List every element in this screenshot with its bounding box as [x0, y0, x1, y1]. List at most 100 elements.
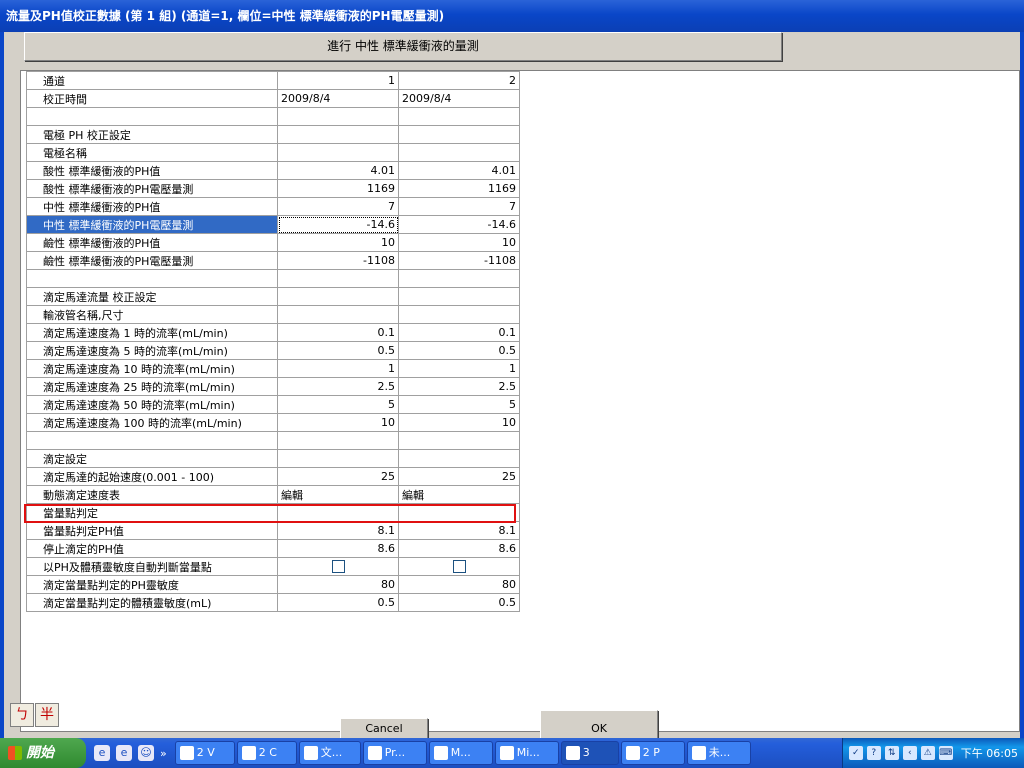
start-button[interactable]: 開始 [0, 738, 86, 768]
table-row[interactable]: 校正時間 2009/8/4 2009/8/4 [26, 89, 520, 108]
table-row[interactable]: 鹼性 標準緩衝液的PH值 10 10 [26, 233, 520, 252]
taskbar-item[interactable]: 文... [298, 741, 361, 765]
channel-1-cell[interactable]: 1 [277, 359, 399, 378]
taskbar-item[interactable]: 3 [560, 741, 619, 765]
channel-2-cell[interactable]: 0.5 [398, 341, 520, 360]
table-row[interactable] [26, 269, 520, 288]
channel-1-cell[interactable]: 編輯 [277, 485, 399, 504]
channel-2-cell[interactable]: 1169 [398, 179, 520, 198]
taskbar-item[interactable]: Pr... [362, 741, 427, 765]
table-row[interactable]: 中性 標準緩衝液的PH電壓量測 -14.6 -14.6 [26, 215, 520, 234]
table-row[interactable]: 中性 標準緩衝液的PH值 7 7 [26, 197, 520, 216]
channel-2-cell[interactable] [398, 305, 520, 324]
channel-1-cell[interactable] [277, 431, 399, 450]
internet-explorer-icon[interactable]: e [116, 745, 132, 761]
channel-2-cell[interactable] [398, 503, 520, 522]
channel-2-cell[interactable] [398, 269, 520, 288]
table-row[interactable]: 鹼性 標準緩衝液的PH電壓量測 -1108 -1108 [26, 251, 520, 270]
channel-2-cell[interactable] [398, 287, 520, 306]
channel-2-cell[interactable]: 7 [398, 197, 520, 216]
measure-neutral-button[interactable]: 進行 中性 標準緩衝液的量測 [24, 32, 782, 61]
channel-2-cell[interactable]: 4.01 [398, 161, 520, 180]
channel-2-cell[interactable]: 5 [398, 395, 520, 414]
ok-button[interactable]: OK [540, 710, 658, 740]
table-row[interactable] [26, 107, 520, 126]
table-row[interactable]: 停止滴定的PH值 8.6 8.6 [26, 539, 520, 558]
checkbox[interactable] [331, 560, 345, 574]
channel-1-cell[interactable]: 8.1 [277, 521, 399, 540]
taskbar-item[interactable]: Mi... [494, 741, 559, 765]
table-row[interactable]: 輸液管名稱,尺寸 [26, 305, 520, 324]
channel-1-cell[interactable] [277, 269, 399, 288]
channel-2-cell[interactable]: -14.6 [398, 215, 520, 234]
keyboard-icon[interactable]: ⌨ [938, 746, 953, 760]
checkbox[interactable] [452, 560, 466, 574]
channel-1-cell[interactable]: 0.5 [277, 341, 399, 360]
shield-icon[interactable]: ⚠ [920, 746, 935, 760]
channel-1-cell[interactable]: 1 [277, 71, 399, 90]
channel-2-cell[interactable]: 2009/8/4 [398, 89, 520, 108]
channel-1-cell[interactable]: 5 [277, 395, 399, 414]
expand-tray-icon[interactable]: ‹ [902, 746, 917, 760]
channel-1-cell[interactable] [277, 287, 399, 306]
taskbar-item[interactable]: 未... [686, 741, 751, 765]
channel-1-cell[interactable]: -14.6 [277, 215, 399, 234]
table-row[interactable]: 電極名稱 [26, 143, 520, 162]
channel-2-cell[interactable]: 2.5 [398, 377, 520, 396]
taskbar-item[interactable]: 2 V [174, 741, 235, 765]
channel-2-cell[interactable]: -1108 [398, 251, 520, 270]
channel-2-cell[interactable]: 0.1 [398, 323, 520, 342]
channel-2-cell[interactable] [398, 431, 520, 450]
table-row[interactable]: 滴定馬達速度為 10 時的流率(mL/min) 1 1 [26, 359, 520, 378]
channel-1-cell[interactable]: 10 [277, 413, 399, 432]
channel-1-cell[interactable] [277, 305, 399, 324]
taskbar-item[interactable]: 2 C [236, 741, 297, 765]
channel-2-cell[interactable] [398, 143, 520, 162]
channel-1-cell[interactable]: 7 [277, 197, 399, 216]
channel-2-cell[interactable] [398, 125, 520, 144]
channel-1-cell[interactable]: 10 [277, 233, 399, 252]
browser-icon[interactable]: e [94, 745, 110, 761]
table-row[interactable]: 滴定當量點判定的PH靈敏度 80 80 [26, 575, 520, 594]
channel-1-cell[interactable] [277, 143, 399, 162]
channel-2-cell[interactable]: 2 [398, 71, 520, 90]
channel-2-cell[interactable] [398, 107, 520, 126]
ime-halfwidth-icon[interactable]: 半 [35, 703, 59, 727]
channel-2-cell[interactable]: 8.6 [398, 539, 520, 558]
channel-2-cell[interactable]: 8.1 [398, 521, 520, 540]
channel-1-cell[interactable]: 80 [277, 575, 399, 594]
cancel-button[interactable]: Cancel [340, 718, 428, 740]
table-row[interactable]: 以PH及體積靈敏度自動判斷當量點 [26, 557, 520, 576]
taskbar-item[interactable]: 2 P [620, 741, 685, 765]
channel-2-cell[interactable]: 10 [398, 233, 520, 252]
help-icon[interactable]: ? [866, 746, 881, 760]
taskbar-item[interactable]: M... [428, 741, 493, 765]
table-row[interactable]: 通道 1 2 [26, 71, 520, 90]
channel-1-cell[interactable] [277, 503, 399, 522]
channel-2-cell[interactable]: 編輯 [398, 485, 520, 504]
table-row[interactable]: 滴定馬達的起始速度(0.001 - 100) 25 25 [26, 467, 520, 486]
more-chevron-icon[interactable]: » [160, 747, 167, 760]
table-row[interactable]: 動態滴定速度表 編輯 編輯 [26, 485, 520, 504]
channel-1-cell[interactable] [277, 449, 399, 468]
messenger-icon[interactable]: ☺ [138, 745, 154, 761]
channel-2-cell[interactable]: 0.5 [398, 593, 520, 612]
table-row[interactable]: 滴定馬達速度為 25 時的流率(mL/min) 2.5 2.5 [26, 377, 520, 396]
table-row[interactable]: 滴定馬達速度為 1 時的流率(mL/min) 0.1 0.1 [26, 323, 520, 342]
channel-1-cell[interactable]: 2.5 [277, 377, 399, 396]
channel-2-cell[interactable]: 25 [398, 467, 520, 486]
channel-2-cell[interactable]: 80 [398, 575, 520, 594]
channel-2-cell[interactable] [398, 557, 520, 576]
table-row[interactable]: 當量點判定PH值 8.1 8.1 [26, 521, 520, 540]
table-row[interactable] [26, 431, 520, 450]
channel-2-cell[interactable]: 10 [398, 413, 520, 432]
table-row[interactable]: 滴定當量點判定的體積靈敏度(mL) 0.5 0.5 [26, 593, 520, 612]
channel-1-cell[interactable]: 0.1 [277, 323, 399, 342]
table-row[interactable]: 滴定馬達速度為 100 時的流率(mL/min) 10 10 [26, 413, 520, 432]
table-row[interactable]: 滴定馬達速度為 50 時的流率(mL/min) 5 5 [26, 395, 520, 414]
table-row[interactable]: 滴定馬達速度為 5 時的流率(mL/min) 0.5 0.5 [26, 341, 520, 360]
channel-1-cell[interactable]: 4.01 [277, 161, 399, 180]
channel-1-cell[interactable] [277, 125, 399, 144]
channel-2-cell[interactable]: 1 [398, 359, 520, 378]
table-row[interactable]: 滴定馬達流量 校正設定 [26, 287, 520, 306]
